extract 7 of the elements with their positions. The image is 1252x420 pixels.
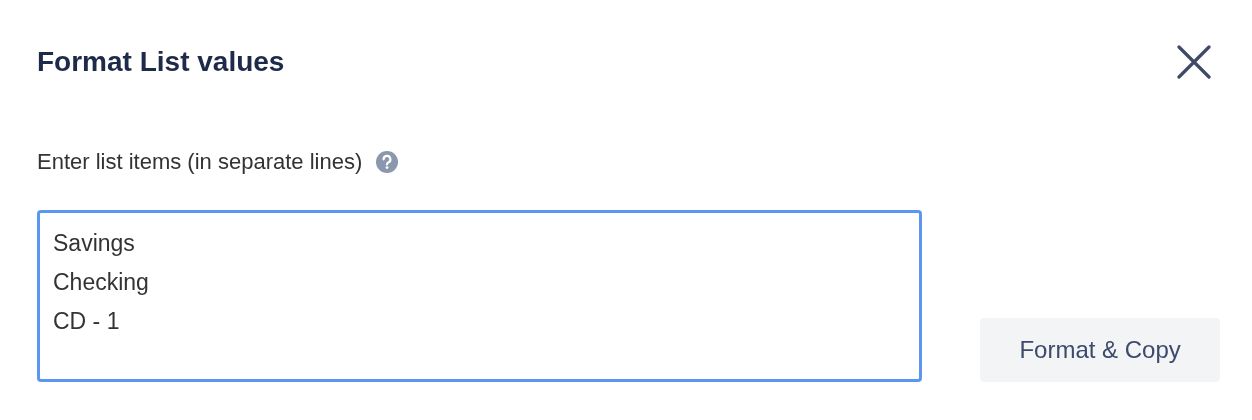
- field-label: Enter list items (in separate lines): [37, 148, 363, 175]
- list-input-field[interactable]: Savings Checking CD - 1: [37, 210, 923, 382]
- close-icon: [1177, 45, 1211, 79]
- dialog-title: Format List values: [37, 46, 285, 78]
- help-icon[interactable]: [376, 150, 399, 173]
- format-copy-button[interactable]: Format & Copy: [980, 318, 1220, 382]
- close-button[interactable]: [1177, 45, 1211, 79]
